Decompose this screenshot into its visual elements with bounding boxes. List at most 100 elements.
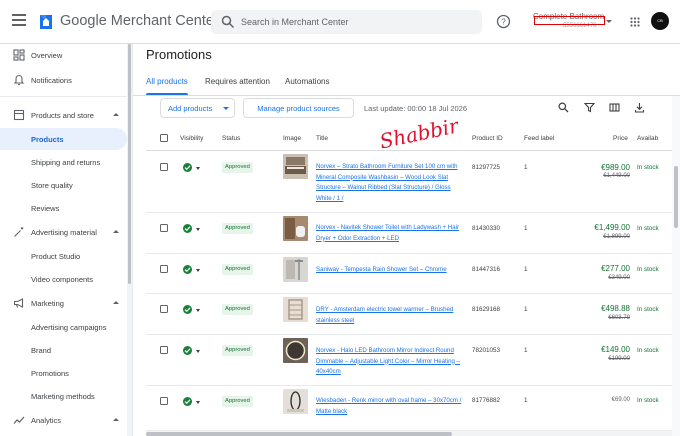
sidebar-item-product-studio[interactable]: Product Studio [0,245,127,267]
sidebar-scrollbar-thumb[interactable] [128,44,131,284]
product-title-link[interactable]: DRY - Amsterdam electric towel warmer – … [316,305,462,326]
main-vertical-scrollbar-thumb[interactable] [674,166,678,228]
visibility-toggle[interactable] [183,305,203,315]
product-id: 81629168 [472,306,501,313]
price-current: €498.88 [601,304,630,313]
column-header-title[interactable]: Title [316,135,328,142]
tab-bar: All products Requires attention Automati… [133,70,680,96]
column-header-price[interactable]: Price [613,135,628,142]
check-circle-icon [183,224,192,233]
column-header-product-id[interactable]: Product ID [472,135,503,142]
sidebar-scrollbar[interactable] [127,44,132,436]
sidebar-item-analytics[interactable]: Analytics [0,409,127,431]
product-image [283,338,308,363]
table-row[interactable]: Approved Norvex - Halo LED Bathroom Mirr… [146,335,680,386]
sidebar-item-advertising-material[interactable]: Advertising material [0,221,127,243]
table-row[interactable]: Approved Norvex – Strato Bathroom Furnit… [146,151,680,213]
table-row[interactable]: Approved Norvex - Navitek Shower Toilet … [146,213,680,254]
chevron-up-icon [113,230,119,233]
product-image [283,297,308,322]
sidebar-item-label: Reviews [31,204,60,213]
columns-icon[interactable] [609,102,620,113]
account-chevron-down-icon[interactable] [606,20,612,23]
main-vertical-scrollbar[interactable] [672,96,680,436]
search-box[interactable] [211,10,482,34]
row-checkbox[interactable] [160,346,168,354]
brand-name: Google Merchant Center [60,13,219,29]
sidebar-item-video-components[interactable]: Video components [0,268,127,290]
table-header: Visibility Status Image Title Product ID… [146,126,680,151]
column-header-status[interactable]: Status [222,135,240,142]
sidebar-item-notifications[interactable]: Notifications [0,69,127,91]
table-horizontal-scrollbar-thumb[interactable] [146,432,452,436]
sidebar-item-marketing[interactable]: Marketing [0,292,127,314]
product-title-link[interactable]: Norvex - Navitek Shower Toilet with Lady… [316,223,462,244]
apps-grid-icon[interactable] [630,17,640,27]
product-title-link[interactable]: Saniway - Tempesta Rain Shower Set – Chr… [316,265,462,276]
availability: In stock [637,164,659,171]
help-icon[interactable]: ? [496,14,511,29]
sidebar-item-brand[interactable]: Brand [0,339,127,361]
product-title-link[interactable]: Norvex – Strato Bathroom Furniture Set 1… [316,162,462,204]
visibility-toggle[interactable] [183,346,203,356]
product-id: 78201053 [472,347,501,354]
price-original: €199.00 [608,356,630,362]
main-menu-icon[interactable] [12,14,26,26]
visibility-toggle[interactable] [183,397,203,407]
table-row[interactable]: Approved Wiesbaden - Renk mirror with ov… [146,386,680,431]
avatar[interactable]: CB [651,12,669,30]
filter-icon[interactable] [584,102,595,113]
availability: In stock [637,347,659,354]
price-original: €1,899.00 [603,234,630,240]
row-checkbox[interactable] [160,397,168,405]
sidebar-item-label: Product Studio [31,252,81,261]
sidebar-item-overview[interactable]: Overview [0,44,127,66]
sidebar-item-promotions[interactable]: Promotions [0,362,127,384]
merchant-center-logo-icon [40,15,52,29]
search-icon [221,15,235,29]
visibility-toggle[interactable] [183,224,203,234]
visibility-toggle[interactable] [183,265,203,275]
check-circle-icon [183,265,192,274]
select-all-checkbox[interactable] [160,134,168,142]
column-header-availability[interactable]: Availab [637,135,658,142]
table-row[interactable]: Approved DRY - Amsterdam electric towel … [146,294,680,335]
add-products-button[interactable]: Add products [160,98,235,118]
sidebar-item-store-quality[interactable]: Store quality [0,174,127,196]
row-checkbox[interactable] [160,224,168,232]
product-image [283,389,308,414]
bell-icon [13,74,25,86]
price-original: €349.00 [608,275,630,281]
sidebar-item-label: Advertising material [31,228,97,237]
feed-label: 1 [524,347,528,354]
table-row[interactable]: Approved Saniway - Tempesta Rain Shower … [146,254,680,294]
column-header-feed-label[interactable]: Feed label [524,135,554,142]
row-checkbox[interactable] [160,305,168,313]
column-header-visibility[interactable]: Visibility [180,135,203,142]
sidebar-item-label: Advertising campaigns [31,323,107,332]
visibility-toggle[interactable] [183,163,203,173]
sidebar-item-marketing-methods[interactable]: Marketing methods [0,385,127,407]
store-icon [13,109,25,121]
tab-automations[interactable]: Automations [285,77,329,86]
tab-requires-attention[interactable]: Requires attention [205,77,270,86]
row-checkbox[interactable] [160,265,168,273]
sidebar-item-label: Video components [31,275,93,284]
sidebar-item-products[interactable]: Products [0,128,127,150]
manage-product-sources-button[interactable]: Manage product sources [243,98,354,118]
search-icon[interactable] [558,102,569,113]
row-checkbox[interactable] [160,163,168,171]
sidebar-item-products-and-store[interactable]: Products and store [0,104,127,126]
tab-all-products[interactable]: All products [146,77,188,86]
sidebar-item-reviews[interactable]: Reviews [0,197,127,219]
table-horizontal-scrollbar[interactable] [146,431,672,436]
search-input[interactable] [241,13,475,31]
analytics-trend-icon [13,416,25,424]
product-title-link[interactable]: Norvex - Halo LED Bathroom Mirror Indire… [316,346,462,378]
price-original: €1,449.00 [603,173,630,179]
product-title-link[interactable]: Wiesbaden - Renk mirror with oval frame … [316,396,462,417]
check-circle-icon [183,397,192,406]
sidebar-item-advertising-campaigns[interactable]: Advertising campaigns [0,316,127,338]
download-icon[interactable] [634,102,645,113]
sidebar-item-shipping-and-returns[interactable]: Shipping and returns [0,151,127,173]
